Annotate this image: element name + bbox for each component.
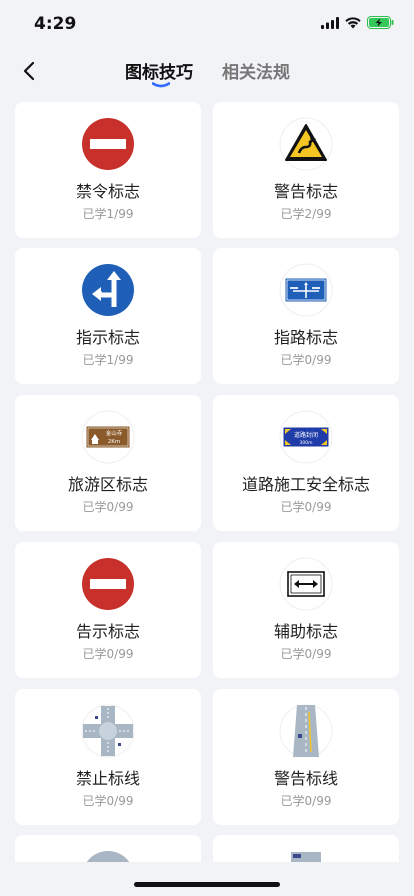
card-title: 辅助标志 [273,622,338,641]
card-title: 指路标志 [273,328,338,347]
road-closed-sign-icon: 道路封闭 300m [279,410,333,464]
roadwork-sign-line2: 300m [300,440,313,446]
card-title: 警告标线 [273,769,338,788]
card-title: 告示标志 [75,622,140,641]
category-card-partial-left[interactable] [15,835,201,865]
status-icons [321,16,394,29]
card-title: 禁止标线 [75,769,140,788]
card-progress: 已学0/99 [280,500,332,514]
nav-header: 图标技巧 相关法规 [0,48,414,94]
home-indicator[interactable] [134,882,280,887]
category-card-instruction[interactable]: 指示标志 已学1/99 [15,248,201,384]
card-progress: 已学1/99 [82,207,134,221]
winding-road-warning-icon [279,117,333,171]
direction-guide-sign-icon [279,263,333,317]
card-title: 警告标志 [273,182,338,201]
category-card-notice[interactable]: 告示标志 已学0/99 [15,542,201,678]
road-marking-warning-icon [279,704,333,758]
card-progress: 已学0/99 [280,647,332,661]
status-time: 4:29 [34,14,77,34]
wifi-icon [345,16,361,28]
card-progress: 已学1/99 [82,353,134,367]
straight-or-left-icon [81,263,135,317]
category-card-partial-right[interactable] [213,835,399,865]
card-progress: 已学0/99 [280,353,332,367]
category-card-warning[interactable]: 警告标志 已学2/99 [213,102,399,238]
tourist-sign-line1: 金山寺 [106,429,123,437]
card-progress: 已学0/99 [82,794,134,808]
category-card-prohibition-markings[interactable]: 禁止标线 已学0/99 [15,689,201,825]
category-card-warning-markings[interactable]: 警告标线 已学0/99 [213,689,399,825]
intersection-marking-icon [81,704,135,758]
status-bar: 4:29 [0,0,414,48]
tourist-sign-line2: 2Km [108,439,120,445]
active-tab-indicator [152,82,170,88]
chevron-left-icon [23,61,35,81]
no-entry-notice-icon [81,557,135,611]
back-button[interactable] [14,56,44,86]
two-way-arrow-sign-icon [279,557,333,611]
category-card-prohibition[interactable]: 禁令标志 已学1/99 [15,102,201,238]
card-progress: 已学0/99 [82,647,134,661]
card-title: 道路施工安全标志 [241,475,370,494]
tab-related-regulations[interactable]: 相关法规 [222,58,290,83]
battery-charging-icon [367,16,394,29]
category-card-road-construction[interactable]: 道路封闭 300m 道路施工安全标志 已学0/99 [213,395,399,531]
no-entry-icon [81,117,135,171]
tourist-area-sign-icon: 金山寺 2Km [81,410,135,464]
card-title: 旅游区标志 [67,475,148,494]
card-progress: 已学0/99 [280,794,332,808]
card-title: 指示标志 [75,328,140,347]
card-title: 禁令标志 [75,182,140,201]
category-card-tourist[interactable]: 金山寺 2Km 旅游区标志 已学0/99 [15,395,201,531]
category-card-guide[interactable]: 指路标志 已学0/99 [213,248,399,384]
cellular-signal-icon [321,16,339,29]
bottom-safe-area [0,862,414,896]
card-progress: 已学0/99 [82,500,134,514]
category-card-auxiliary[interactable]: 辅助标志 已学0/99 [213,542,399,678]
tab-icon-tips[interactable]: 图标技巧 [125,58,193,83]
card-progress: 已学2/99 [280,207,332,221]
roadwork-sign-line1: 道路封闭 [294,431,318,439]
